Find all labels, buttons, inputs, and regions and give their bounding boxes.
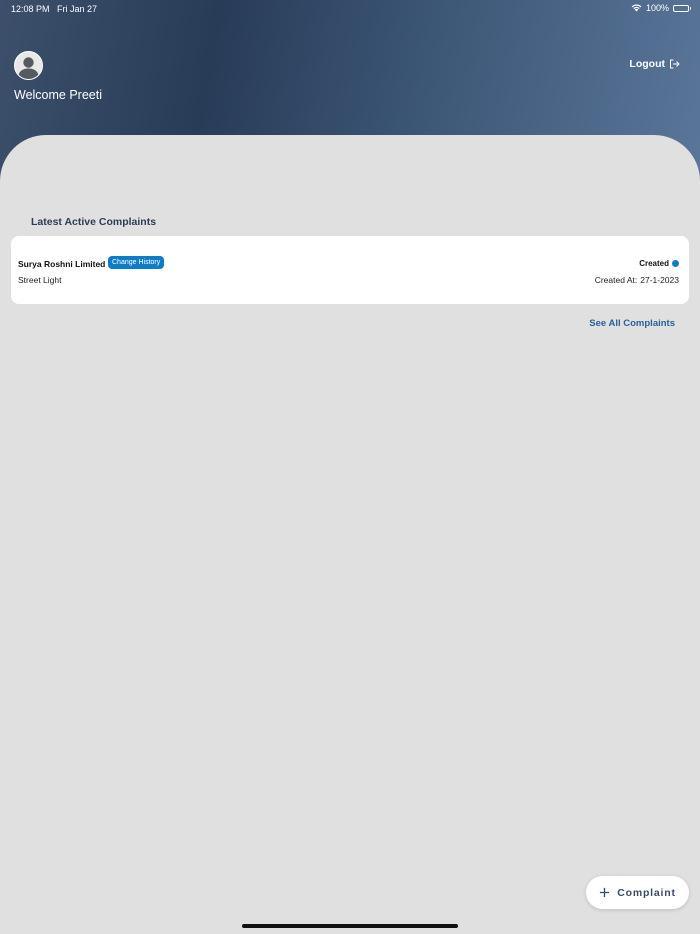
- logout-icon: [670, 59, 680, 69]
- logout-label: Logout: [629, 58, 665, 70]
- welcome-text: Welcome Preeti: [14, 88, 102, 102]
- status-dot-icon: [672, 260, 679, 267]
- section-title: Latest Active Complaints: [31, 216, 157, 228]
- battery-icon: [673, 4, 691, 12]
- logout-button[interactable]: Logout: [629, 58, 680, 70]
- created-at-label: Created At:: [594, 275, 638, 285]
- add-complaint-button[interactable]: Complaint: [586, 876, 689, 909]
- status-text: Created: [639, 259, 669, 268]
- home-indicator[interactable]: [242, 924, 458, 928]
- complaint-company: Surya Roshni Limited: [18, 259, 106, 269]
- status-indicators: 100%: [631, 3, 691, 13]
- status-date-value: Fri Jan 27: [57, 4, 98, 14]
- created-at-value: 27-1-2023: [640, 275, 679, 285]
- wifi-icon: [631, 4, 642, 12]
- avatar[interactable]: [14, 51, 43, 80]
- user-icon: [18, 57, 39, 79]
- complaint-category: Street Light: [18, 275, 62, 285]
- change-history-button[interactable]: Change History: [108, 256, 165, 269]
- see-all-complaints-link[interactable]: See All Complaints: [589, 318, 675, 329]
- status-bar: 12:08 PM Fri Jan 27 100%: [0, 0, 700, 18]
- status-time: 12:08 PM Fri Jan 27: [11, 4, 97, 14]
- complaint-card[interactable]: Surya Roshni Limited Change History Stre…: [11, 236, 689, 304]
- battery-percent: 100%: [645, 3, 669, 13]
- add-complaint-label: Complaint: [617, 886, 676, 899]
- status-badge: Created: [639, 259, 679, 268]
- plus-icon: [600, 887, 610, 898]
- status-time-value: 12:08 PM: [11, 4, 50, 14]
- created-at: Created At: 27-1-2023: [595, 275, 679, 285]
